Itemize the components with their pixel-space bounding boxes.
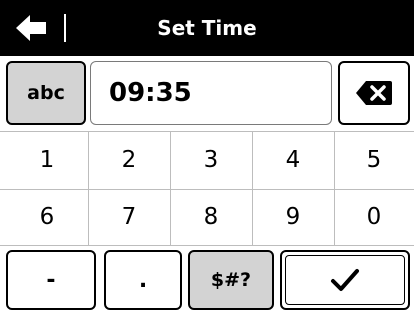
confirm-button-inner xyxy=(285,255,405,305)
time-input[interactable]: 09:35 xyxy=(90,61,332,125)
dot-key[interactable]: . xyxy=(104,250,182,310)
key-4[interactable]: 4 xyxy=(252,133,334,187)
key-2[interactable]: 2 xyxy=(88,133,170,187)
divider xyxy=(0,131,414,132)
key-0[interactable]: 0 xyxy=(334,190,414,244)
symbols-key[interactable]: $#? xyxy=(188,250,274,310)
backspace-button[interactable] xyxy=(338,61,410,125)
key-6[interactable]: 6 xyxy=(6,190,88,244)
page-title: Set Time xyxy=(157,16,257,40)
confirm-button[interactable] xyxy=(280,250,410,310)
checkmark-icon xyxy=(331,269,359,291)
divider xyxy=(0,245,414,246)
key-3[interactable]: 3 xyxy=(170,133,252,187)
key-8[interactable]: 8 xyxy=(170,190,252,244)
key-7[interactable]: 7 xyxy=(88,190,170,244)
key-5[interactable]: 5 xyxy=(334,133,414,187)
dash-key[interactable]: - xyxy=(6,250,96,310)
title-bar: Set Time xyxy=(0,0,414,56)
key-9[interactable]: 9 xyxy=(252,190,334,244)
keyboard-mode-button[interactable]: abc xyxy=(6,61,86,125)
backspace-icon xyxy=(356,81,392,105)
key-1[interactable]: 1 xyxy=(6,133,88,187)
